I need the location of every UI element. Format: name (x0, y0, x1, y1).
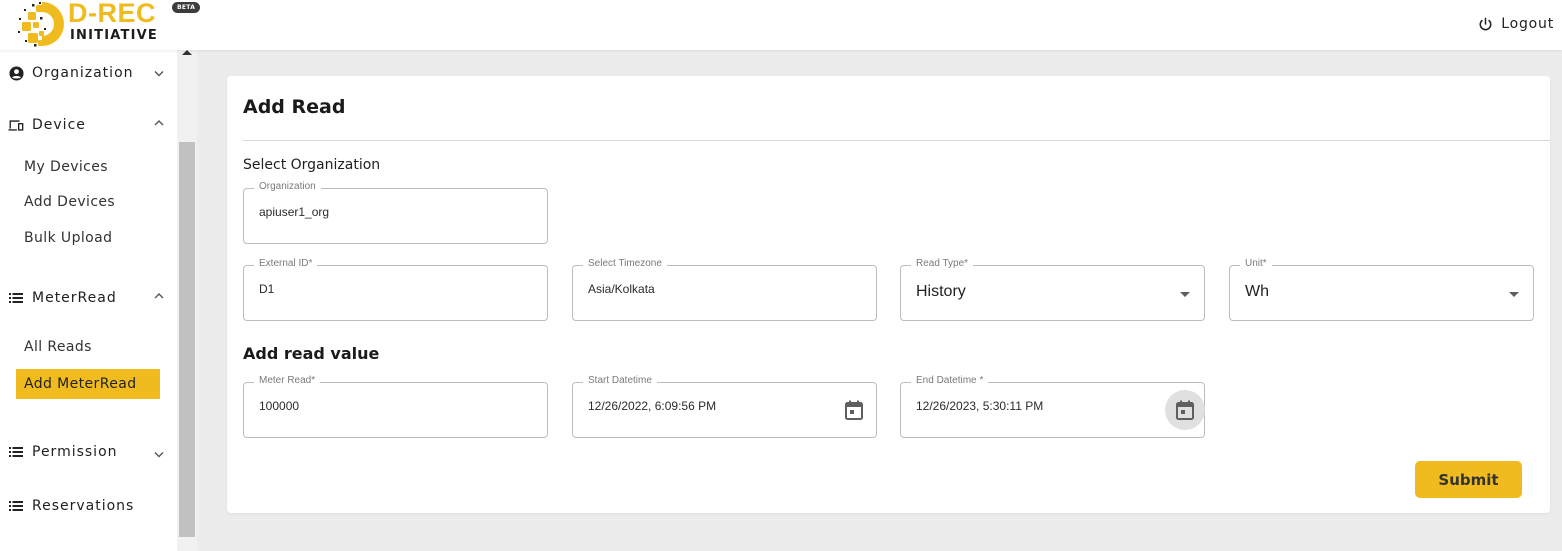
sidebar-group-permission[interactable]: Permission (0, 437, 177, 467)
field-value: apiuser1_org (259, 205, 330, 219)
chevron-up-icon (154, 120, 164, 126)
sidebar-group-organization[interactable]: Organization (0, 58, 177, 88)
end-datetime-field[interactable]: End Datetime * 12/26/2023, 5:30:11 PM (900, 375, 1205, 438)
field-label: External ID* (254, 258, 318, 269)
start-datetime-field[interactable]: Start Datetime 12/26/2022, 6:09:56 PM (572, 375, 877, 438)
chevron-down-icon (154, 452, 164, 458)
logo-subtitle: INITIATIVE (70, 28, 158, 43)
sidebar-group-label: Reservations (32, 498, 135, 514)
sidebar-group-device[interactable]: Device (0, 110, 177, 140)
field-label: Start Datetime (583, 375, 657, 386)
page-title: Add Read (243, 96, 346, 118)
scrollbar-thumb[interactable] (179, 142, 195, 537)
calendar-button[interactable] (1165, 390, 1205, 430)
beta-badge: BETA (172, 2, 201, 13)
dropdown-arrow-icon (1509, 292, 1519, 297)
logout-button[interactable]: Logout (1478, 13, 1554, 35)
meter-read-field[interactable]: Meter Read* 100000 (243, 375, 548, 438)
add-read-value-heading: Add read value (243, 344, 380, 363)
chevron-up-icon (154, 293, 164, 299)
field-label: Unit* (1240, 258, 1272, 269)
devices-icon (8, 118, 24, 132)
list-icon (8, 499, 24, 513)
logo-mark-icon (18, 2, 64, 47)
sidebar-group-label: Device (32, 117, 86, 133)
list-icon (8, 445, 24, 459)
app-header: D-REC INITIATIVE BETA Logout (0, 0, 1562, 50)
sidebar-group-reservations[interactable]: Reservations (0, 491, 177, 521)
organization-field[interactable]: Organization apiuser1_org (243, 181, 548, 244)
select-organization-label: Select Organization (243, 157, 381, 173)
sidebar-item-bulk-upload[interactable]: Bulk Upload (24, 230, 112, 246)
field-label: Organization (254, 181, 321, 192)
scroll-up-arrow-icon[interactable] (182, 50, 192, 55)
divider (243, 140, 1550, 141)
sidebar-item-my-devices[interactable]: My Devices (24, 159, 108, 175)
field-label: Meter Read* (254, 375, 321, 386)
sidebar-scrollbar[interactable] (177, 50, 197, 551)
account-circle-icon (8, 65, 24, 81)
sidebar-group-meterread[interactable]: MeterRead (0, 283, 177, 313)
read-type-select[interactable]: Read Type* History (900, 258, 1205, 321)
field-value: 100000 (259, 399, 300, 413)
timezone-field[interactable]: Select Timezone Asia/Kolkata (572, 258, 877, 321)
logout-label: Logout (1501, 16, 1554, 32)
sidebar-group-label: Organization (32, 65, 134, 81)
sidebar-group-label: MeterRead (32, 290, 117, 306)
add-read-card: Add Read Select Organization Organizatio… (227, 76, 1550, 513)
power-icon (1479, 17, 1492, 30)
sidebar-item-add-devices[interactable]: Add Devices (24, 194, 115, 210)
sidebar-item-add-meterread[interactable]: Add MeterRead (16, 369, 160, 399)
unit-select[interactable]: Unit* Wh (1229, 258, 1534, 321)
field-label: Read Type* (911, 258, 974, 269)
calendar-icon (845, 400, 863, 420)
dropdown-arrow-icon (1180, 292, 1190, 297)
field-label: Select Timezone (583, 258, 667, 269)
field-value: D1 (259, 282, 275, 296)
logo-title: D-REC (68, 0, 156, 28)
external-id-field[interactable]: External ID* D1 (243, 258, 548, 321)
calendar-icon (1176, 400, 1194, 420)
field-value: Asia/Kolkata (588, 282, 655, 296)
field-label: End Datetime * (911, 375, 989, 386)
sidebar: Organization Device My Devices Add Devic… (0, 50, 177, 551)
field-value: Wh (1245, 283, 1269, 300)
sidebar-item-all-reads[interactable]: All Reads (24, 339, 92, 355)
list-icon (8, 291, 24, 305)
field-value: 12/26/2023, 5:30:11 PM (916, 399, 1044, 413)
submit-button[interactable]: Submit (1415, 461, 1522, 498)
sidebar-group-label: Permission (32, 444, 118, 460)
field-value: 12/26/2022, 6:09:56 PM (588, 399, 717, 413)
field-value: History (916, 283, 966, 300)
calendar-button[interactable] (841, 397, 867, 423)
chevron-down-icon (154, 71, 164, 77)
drec-logo[interactable]: D-REC INITIATIVE BETA (14, 0, 204, 48)
